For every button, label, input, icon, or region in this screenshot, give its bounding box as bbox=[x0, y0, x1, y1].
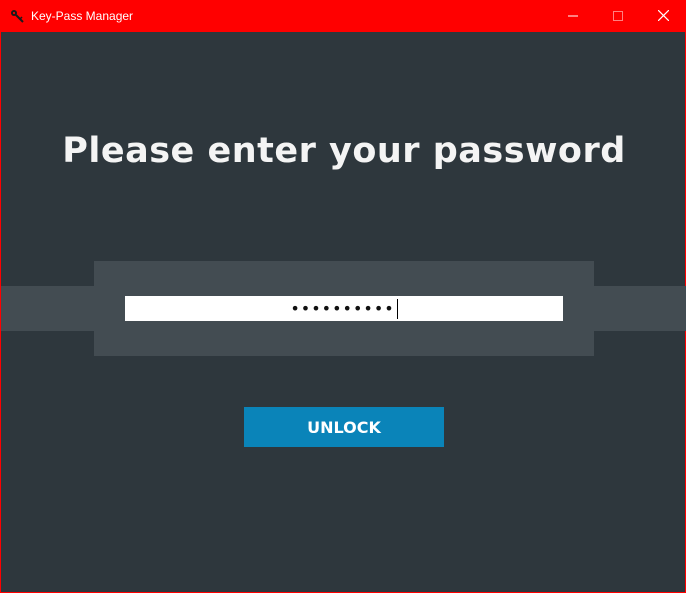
app-window: Key-Pass Manager Please enter your passw… bbox=[0, 0, 686, 593]
minimize-button[interactable] bbox=[550, 1, 596, 32]
maximize-icon bbox=[613, 8, 623, 26]
close-icon bbox=[657, 8, 669, 26]
password-field[interactable] bbox=[125, 296, 563, 321]
maximize-button[interactable] bbox=[595, 1, 641, 32]
window-title: Key-Pass Manager bbox=[31, 9, 134, 23]
page-title: Please enter your password bbox=[62, 131, 626, 171]
minimize-icon bbox=[568, 8, 578, 26]
unlock-button[interactable]: UNLOCK bbox=[244, 407, 444, 447]
key-icon bbox=[10, 9, 24, 23]
title-bar[interactable]: Key-Pass Manager bbox=[1, 1, 686, 32]
close-button[interactable] bbox=[640, 1, 686, 32]
